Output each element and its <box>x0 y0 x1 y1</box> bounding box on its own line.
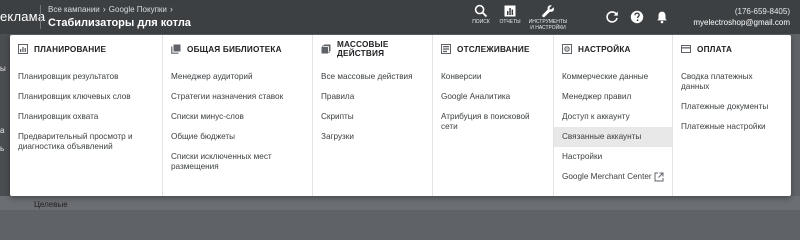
search-tool-label: ПОИСК <box>472 19 490 25</box>
menu-item-ad-preview[interactable]: Предварительный просмотр и диагностика о… <box>10 127 162 157</box>
menu-item-shared-budgets[interactable]: Общие бюджеты <box>163 127 312 147</box>
refresh-icon[interactable] <box>605 10 619 24</box>
menu-item-google-analytics[interactable]: Google Аналитика <box>433 87 553 107</box>
menu-item-settings[interactable]: Настройки <box>554 147 672 167</box>
column-header-setup: НАСТРОЙКА <box>554 35 672 63</box>
breadcrumb: Все кампании › Google Покупки › Стабилиз… <box>48 4 191 30</box>
menu-column-shared-library: ОБЩАЯ БИБЛИОТЕКА Менеджер аудиторий Стра… <box>162 35 312 196</box>
menu-item-reach-planner[interactable]: Планировщик охвата <box>10 107 162 127</box>
reports-tool-button[interactable]: ОТЧЕТЫ <box>499 4 521 26</box>
menu-item-billing-summary[interactable]: Сводка платежных данных <box>673 67 791 97</box>
menu-item-performance-planner[interactable]: Планировщик результатов <box>10 67 162 87</box>
menu-column-tracking: ОТСЛЕЖИВАНИЕ Конверсии Google Аналитика … <box>432 35 553 196</box>
account-switcher[interactable]: (176-659-8405) myelectroshop@gmail.com <box>693 7 790 27</box>
campaign-title[interactable]: Стабилизаторы для котла <box>48 17 191 29</box>
menu-column-planning: ПЛАНИРОВАНИЕ Планировщик результатов Пла… <box>10 35 162 196</box>
column-title: ОПЛАТА <box>697 44 733 54</box>
behind-nav-label: ь <box>0 144 5 153</box>
menu-item-merchant-center[interactable]: Google Merchant Center <box>554 167 672 187</box>
column-header-bulk-actions: МАССОВЫЕ ДЕЙСТВИЯ <box>313 35 432 63</box>
tools-settings-button[interactable]: ИНСТРУМЕНТЫ И НАСТРОЙКИ <box>528 4 568 31</box>
bulk-actions-icon <box>321 44 331 54</box>
menu-item-rules-manager[interactable]: Менеджер правил <box>554 87 672 107</box>
menu-item-keyword-planner[interactable]: Планировщик ключевых слов <box>10 87 162 107</box>
top-bar: еклама Все кампании › Google Покупки › С… <box>0 0 800 34</box>
library-icon <box>171 44 181 54</box>
behind-content-text: Целевые <box>34 200 68 209</box>
tracking-icon <box>441 44 451 54</box>
menu-item-billing-settings[interactable]: Платежные настройки <box>673 117 791 137</box>
help-icon[interactable] <box>630 10 644 24</box>
header-divider <box>40 5 41 29</box>
chevron-right-icon: › <box>169 4 173 14</box>
column-header-planning: ПЛАНИРОВАНИЕ <box>10 35 162 63</box>
bell-icon[interactable] <box>655 10 669 24</box>
search-icon <box>474 4 488 18</box>
account-id: (176-659-8405) <box>734 7 790 16</box>
column-title: ОТСЛЕЖИВАНИЕ <box>457 44 530 54</box>
menu-item-uploads[interactable]: Загрузки <box>313 127 432 147</box>
column-title: МАССОВЫЕ ДЕЙСТВИЯ <box>337 40 389 58</box>
menu-item-negative-keyword-lists[interactable]: Списки минус-слов <box>163 107 312 127</box>
breadcrumb-campaign-type[interactable]: Google Покупки <box>109 5 167 14</box>
behind-content-strip <box>0 196 800 210</box>
left-nav-shadow <box>0 34 10 210</box>
menu-item-scripts[interactable]: Скрипты <box>313 107 432 127</box>
column-title: ПЛАНИРОВАНИЕ <box>34 44 107 54</box>
menu-item-account-access[interactable]: Доступ к аккаунту <box>554 107 672 127</box>
menu-item-bid-strategies[interactable]: Стратегии назначения ставок <box>163 87 312 107</box>
column-header-shared-library: ОБЩАЯ БИБЛИОТЕКА <box>163 35 312 63</box>
menu-item-placement-exclusions[interactable]: Списки исключенных мест размещения <box>163 147 293 177</box>
tools-and-settings-menu: ПЛАНИРОВАНИЕ Планировщик результатов Пла… <box>10 35 791 196</box>
behind-nav-label: а <box>0 126 5 135</box>
reports-icon <box>504 5 516 17</box>
account-email: myelectroshop@gmail.com <box>693 18 790 27</box>
behind-nav-label: ы <box>0 64 6 73</box>
chevron-right-icon: › <box>102 4 106 14</box>
column-title: ОБЩАЯ БИБЛИОТЕКА <box>187 44 282 54</box>
menu-item-rules[interactable]: Правила <box>313 87 432 107</box>
tools-settings-label: ИНСТРУМЕНТЫ И НАСТРОЙКИ <box>528 19 568 31</box>
column-title: НАСТРОЙКА <box>578 44 631 54</box>
menu-item-search-attribution[interactable]: Атрибуция в поисковой сети <box>433 107 553 137</box>
search-tool-button[interactable]: ПОИСК <box>472 4 490 26</box>
open-in-new-icon <box>654 172 664 182</box>
menu-column-billing: ОПЛАТА Сводка платежных данных Платежные… <box>672 35 791 196</box>
menu-item-conversions[interactable]: Конверсии <box>433 67 553 87</box>
column-header-tracking: ОТСЛЕЖИВАНИЕ <box>433 35 553 63</box>
column-header-billing: ОПЛАТА <box>673 35 791 63</box>
merchant-center-label: Google Merchant Center <box>562 172 652 181</box>
menu-column-bulk-actions: МАССОВЫЕ ДЕЙСТВИЯ Все массовые действия … <box>312 35 432 196</box>
settings-icon <box>562 44 572 54</box>
menu-item-business-data[interactable]: Коммерческие данные <box>554 67 672 87</box>
wrench-icon <box>542 5 554 18</box>
menu-column-setup: НАСТРОЙКА Коммерческие данные Менеджер п… <box>553 35 672 196</box>
planning-icon <box>18 44 28 54</box>
menu-item-linked-accounts[interactable]: Связанные аккаунты <box>554 127 672 147</box>
menu-item-all-bulk-actions[interactable]: Все массовые действия <box>313 67 432 87</box>
menu-item-audience-manager[interactable]: Менеджер аудиторий <box>163 67 312 87</box>
breadcrumb-all-campaigns[interactable]: Все кампании <box>48 5 100 14</box>
reports-tool-label: ОТЧЕТЫ <box>499 19 521 25</box>
menu-item-billing-documents[interactable]: Платежные документы <box>673 97 791 117</box>
product-name: еклама <box>0 9 46 24</box>
billing-icon <box>681 45 691 53</box>
